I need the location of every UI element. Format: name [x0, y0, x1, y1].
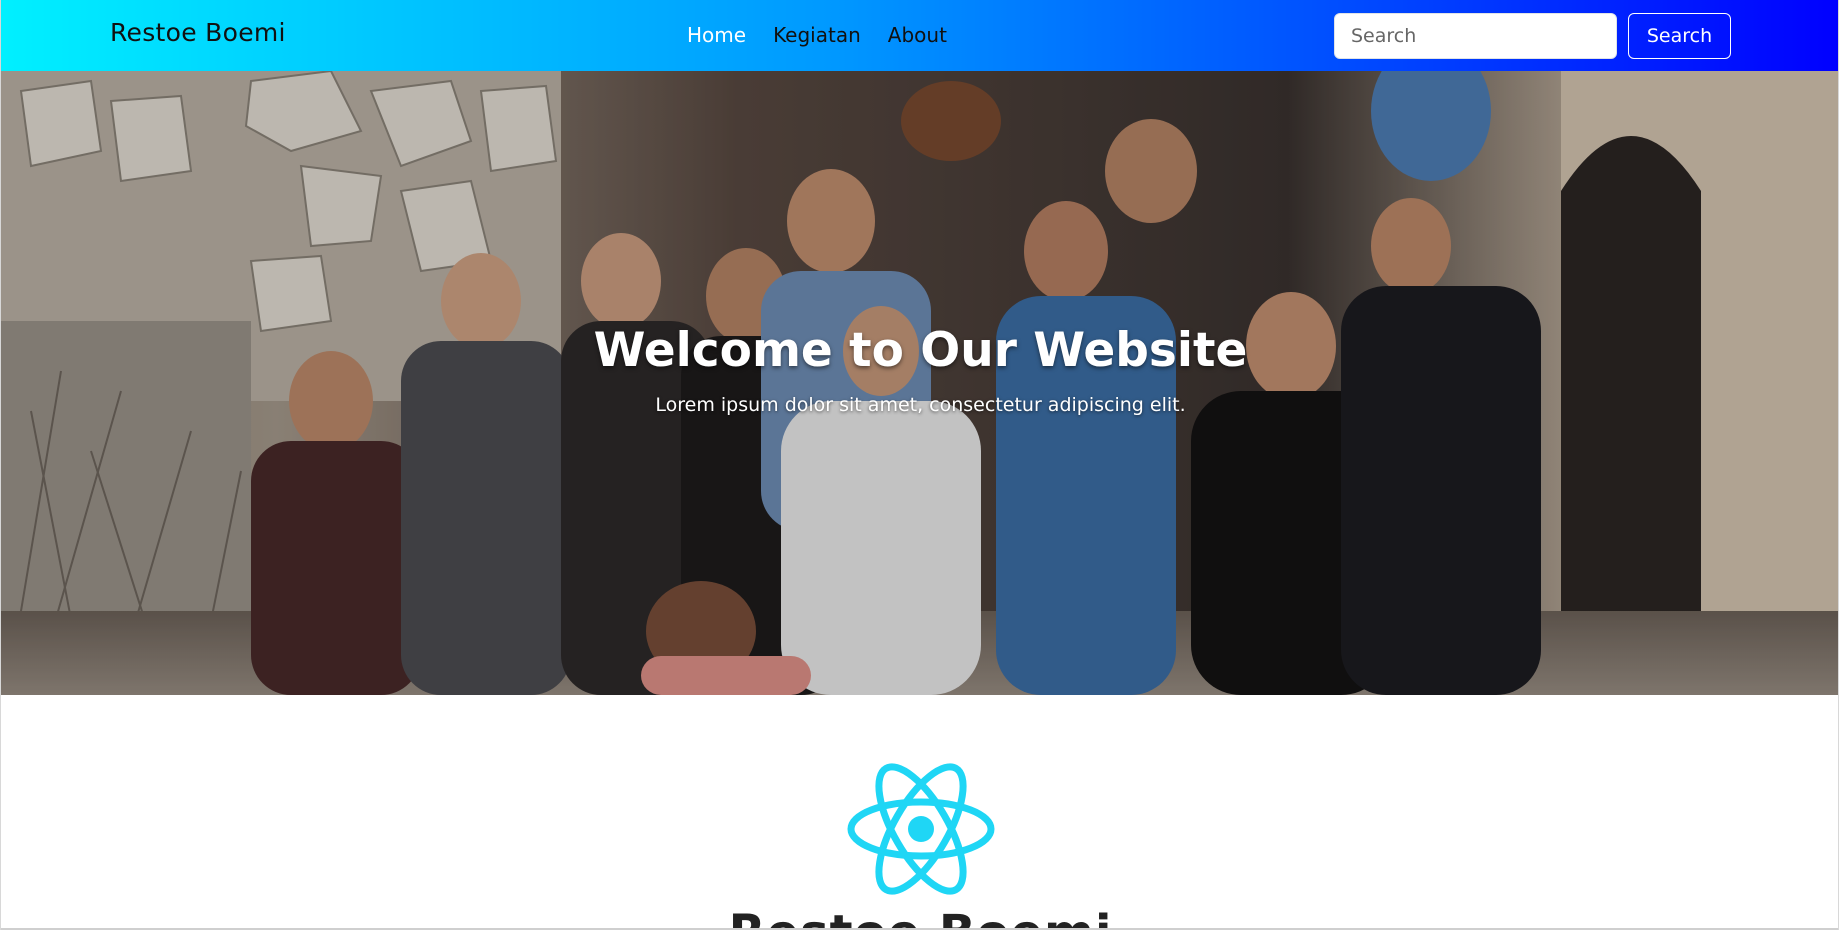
hero-subtitle: Lorem ipsum dolor sit amet, consectetur …: [655, 394, 1186, 416]
about-section: Restoe Boemi: [1, 695, 1838, 930]
hero-banner: Welcome to Our Website Lorem ipsum dolor…: [1, 71, 1838, 695]
react-logo-icon: [847, 763, 995, 895]
section-title: Restoe Boemi: [1, 905, 1838, 930]
search-form: Search: [1334, 13, 1731, 59]
hero-title: Welcome to Our Website: [593, 323, 1248, 378]
search-button[interactable]: Search: [1628, 13, 1731, 59]
search-input[interactable]: [1334, 13, 1617, 59]
brand-logo-text[interactable]: Restoe Boemi: [110, 18, 286, 47]
nav-link-about[interactable]: About: [888, 23, 947, 47]
hero-overlay: [1, 71, 1838, 695]
page: Restoe Boemi Home Kegiatan About Search: [0, 0, 1839, 930]
navbar: Restoe Boemi Home Kegiatan About Search: [1, 0, 1838, 71]
nav-link-kegiatan[interactable]: Kegiatan: [773, 23, 861, 47]
nav-link-home[interactable]: Home: [687, 23, 746, 47]
nav-links: Home Kegiatan About: [687, 23, 974, 47]
